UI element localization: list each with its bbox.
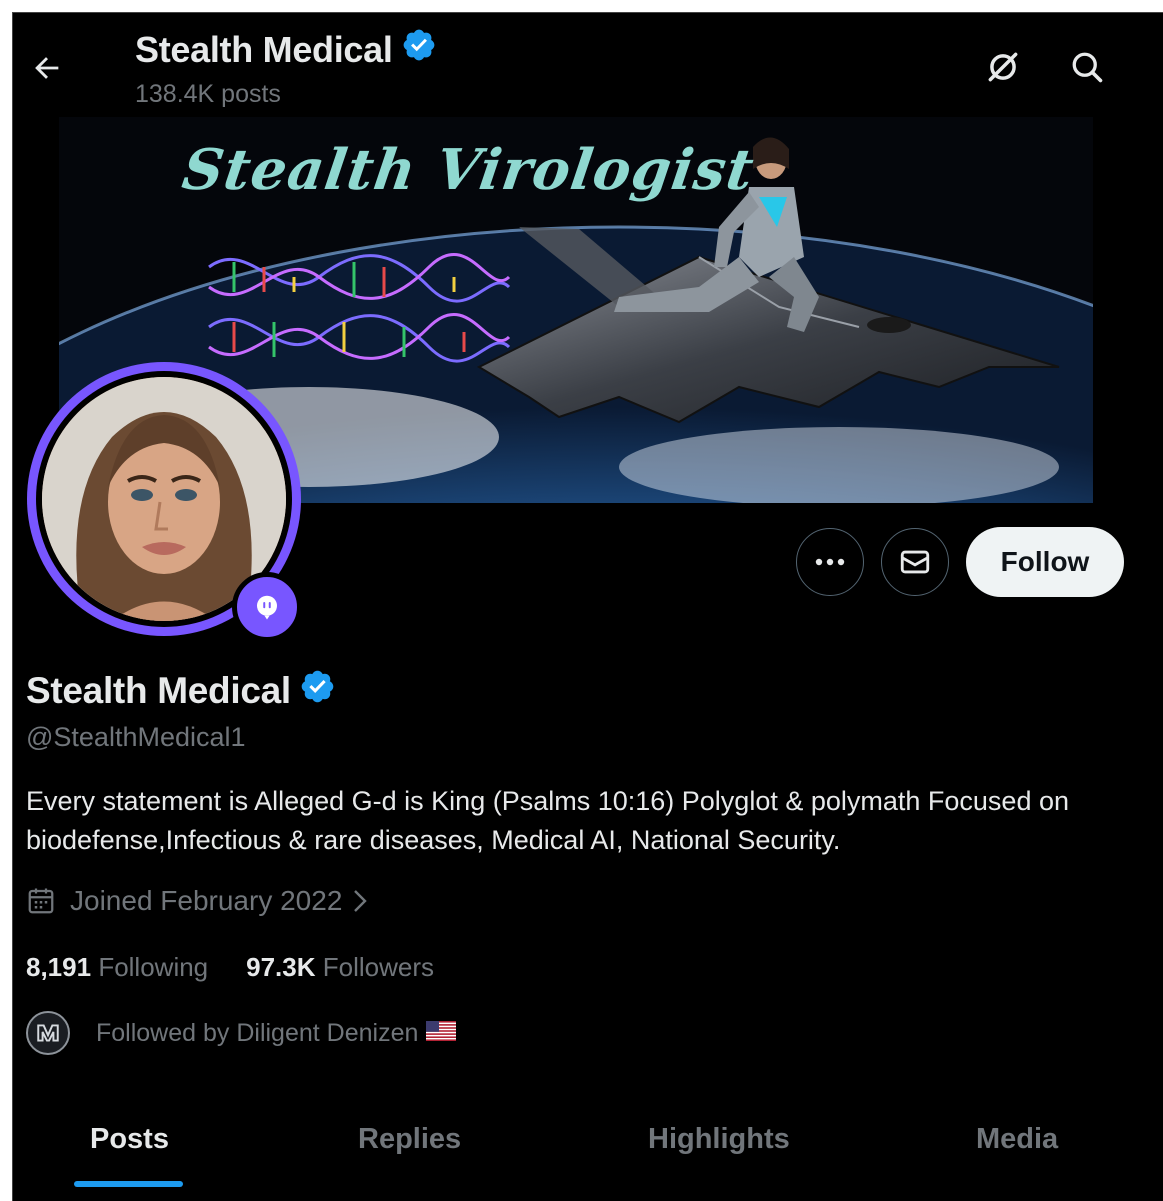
followers-link[interactable]: 97.3K Followers [246,952,434,983]
follow-stats: 8,191 Following 97.3K Followers [26,952,472,983]
profile-bio: Every statement is Alleged G-d is King (… [26,786,1069,855]
joined-date[interactable]: Joined February 2022 [26,885,368,917]
header-name: Stealth Medical [135,28,393,70]
followers-label: Followers [322,952,435,982]
header-title: Stealth Medical [135,27,437,72]
profile-tabs: Posts Replies Highlights Media [13,1113,1163,1201]
profile-handle: @StealthMedical1 [26,722,246,752]
profile-screen: Stealth Medical 138.4K posts Stealth Vir… [12,12,1163,1201]
tab-posts[interactable]: Posts [90,1123,169,1156]
verified-badge-icon[interactable] [299,668,336,714]
more-options-button[interactable] [796,528,864,596]
calendar-icon [28,888,54,914]
envelope-icon [900,550,930,574]
banner-title-text: Stealth Virologist [178,137,759,203]
joined-text: Joined February 2022 [70,885,343,916]
profile-name-text: Stealth Medical [26,670,291,711]
chevron-right-icon [354,890,368,912]
search-icon [1072,52,1103,83]
following-label: Following [98,952,209,982]
us-flag-icon [426,1019,457,1048]
grok-icon [988,52,1018,82]
follower-avatar [26,1011,70,1055]
tab-replies[interactable]: Replies [358,1123,461,1156]
search-button[interactable] [1065,45,1109,89]
top-header: Stealth Medical 138.4K posts [13,13,1163,118]
arrow-left-icon [35,57,59,79]
followers-count: 97.3K [246,952,316,982]
header-post-count: 138.4K posts [135,80,281,108]
more-dots-icon [815,558,845,566]
tab-media[interactable]: Media [976,1123,1058,1156]
tab-highlights[interactable]: Highlights [648,1123,790,1156]
back-button[interactable] [27,48,67,88]
message-button[interactable] [881,528,949,596]
verified-badge-icon [401,27,437,72]
following-count: 8,191 [26,952,92,982]
follow-button[interactable]: Follow [966,527,1124,597]
followed-by-row[interactable]: Followed by Diligent Denizen [26,1011,457,1055]
active-tab-indicator [74,1181,183,1187]
spaces-badge[interactable] [232,572,302,642]
profile-name: Stealth Medical [26,668,336,714]
following-link[interactable]: 8,191 Following [26,952,208,983]
spaces-microphone-icon [257,595,277,620]
followed-by-text: Followed by Diligent Denizen [96,1018,419,1047]
grok-button[interactable] [981,45,1025,89]
